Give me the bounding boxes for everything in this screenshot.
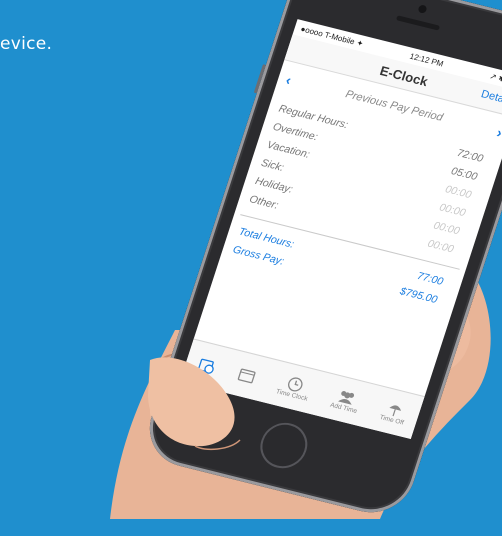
calendar-clock-icon <box>196 356 218 376</box>
tab-add-time[interactable]: Add Time <box>329 386 363 415</box>
tab-dashboard[interactable] <box>196 356 218 376</box>
hours-label: Sick: <box>259 156 286 174</box>
hours-value: 00:00 <box>426 237 456 255</box>
tab-schedule[interactable] <box>236 366 258 386</box>
chevron-left-icon[interactable]: ‹ <box>284 72 293 88</box>
calendar-icon <box>236 366 258 386</box>
chevron-right-icon[interactable]: › <box>495 124 502 140</box>
tab-time-clock[interactable]: Time Clock <box>275 372 313 402</box>
tab-time-off[interactable]: Time Off <box>379 398 410 426</box>
page-title: E-Clock <box>378 62 430 89</box>
details-button[interactable]: Details <box>480 88 502 108</box>
hours-label: Other: <box>247 192 280 212</box>
